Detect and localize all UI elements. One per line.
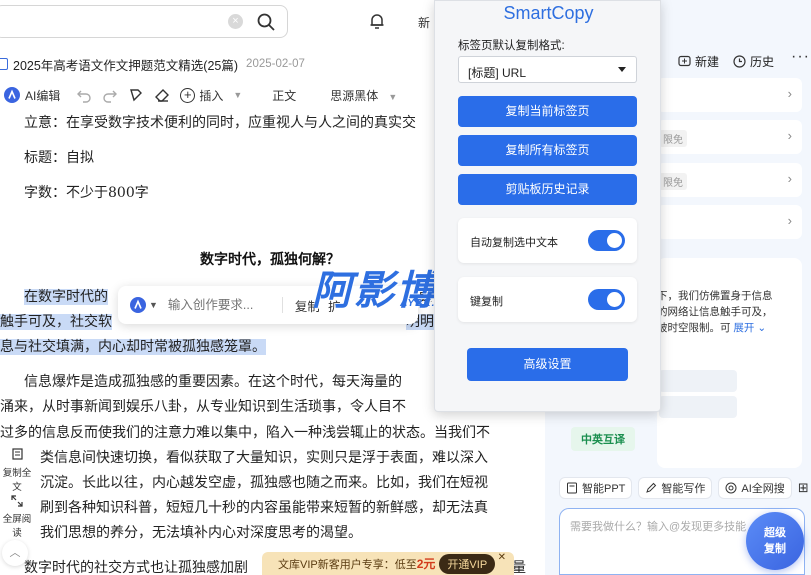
para1-line1: 在数字时代的	[24, 286, 108, 306]
copy-button[interactable]: 复制	[295, 296, 320, 315]
tool-label: AI全网搜	[741, 483, 785, 495]
super-copy-button[interactable]: 超级复制	[746, 512, 804, 570]
open-vip-button[interactable]: 开通VIP	[439, 553, 496, 574]
suggestion-chip[interactable]	[659, 396, 737, 418]
assistant-tools: 智能PPT 智能写作 AI全网搜 ⊞	[559, 476, 809, 500]
vip-banner[interactable]: 文库VIP新客用户专享：低至2元 开通VIP ✕	[262, 552, 514, 575]
ppt-icon	[567, 482, 577, 494]
para2-line7: 我们思想的养分，无法填补内心对深度思考的渴望。	[40, 525, 362, 541]
essay-title: 数字时代，孤独何解？	[200, 251, 340, 267]
fullscreen-button[interactable]: 全屏阅读	[0, 494, 34, 539]
vip-price: 2元	[416, 557, 436, 571]
auto-copy-label: 自动复制选中文本	[470, 237, 558, 249]
para1-line2: 触手可及，社交软	[0, 311, 112, 331]
advanced-settings-button[interactable]: 高级设置	[467, 348, 628, 381]
chevron-down-icon: ⌄	[754, 322, 767, 334]
translate-chip[interactable]: 中英互译	[571, 427, 635, 451]
copy-format-select[interactable]: [标题] URL	[458, 56, 637, 83]
chevron-up-icon: ︿	[9, 547, 21, 559]
para3-line1: 数字时代的社交方式也让孤独感加剧	[24, 560, 248, 575]
new-chat-button[interactable]: 新建	[678, 53, 719, 70]
chevron-right-icon: ›	[787, 128, 792, 143]
chevron-down-icon[interactable]: ▼	[149, 300, 158, 310]
para2-line4: 类信息间快速切换，看似获取了大量知识，实则只是浮于表面，难以深入	[40, 450, 488, 466]
suggestion-chip[interactable]	[659, 370, 737, 392]
line-intent: 立意：在享受数字技术便利的同时，应重视人与人之间的真实交	[24, 115, 416, 131]
vip-text: 文库VIP新客用户专享：低至2元	[278, 555, 435, 572]
para1-line3: 息与社交填满，内心却时常被孤独感笼罩。	[0, 336, 266, 356]
para2-line1: 信息爆炸是造成孤独感的重要因素。在这个时代，每天海量的	[24, 374, 402, 390]
clipboard-history-button[interactable]: 剪贴板历史记录	[458, 174, 637, 205]
close-icon[interactable]: ✕	[498, 552, 506, 563]
copy-all-button[interactable]: 复制全文	[0, 448, 34, 493]
ai-web-search-button[interactable]: AI全网搜	[718, 477, 792, 499]
para3-line1-tail: 量	[512, 560, 526, 575]
auto-copy-toggle[interactable]	[588, 230, 625, 251]
more-icon[interactable]: ···	[791, 48, 810, 66]
pen-icon	[646, 482, 657, 493]
copy-icon	[12, 448, 23, 460]
new-chat-label: 新建	[695, 55, 720, 69]
copy-current-tab-button[interactable]: 复制当前标签页	[458, 96, 637, 127]
copy-all-tabs-button[interactable]: 复制所有标签页	[458, 135, 637, 166]
para2-line3: 过多的信息反而使我们的注意力难以集中，陷入一种浅尝辄止的状态。当我们不	[0, 425, 490, 441]
para2-line6: 刷到各种知识科普，短短几十秒的内容虽能带来短暂的新鲜感，却无法真	[40, 500, 488, 516]
limited-free-badge: 限免	[659, 130, 687, 147]
assistant-input-placeholder: 需要我做什么？输入@发现更多技能	[570, 521, 747, 533]
ai-search-icon	[725, 482, 737, 494]
reply-line: 破时空限制。可 展开 ⌄	[657, 320, 766, 335]
copy-format-value: [标题] URL	[468, 66, 527, 80]
line-word-count: 字数：不少于800字	[24, 185, 149, 201]
fullscreen-label: 全屏阅读	[2, 514, 32, 539]
history-button[interactable]: 历史	[733, 53, 774, 70]
fullscreen-icon	[11, 495, 23, 507]
super-copy-label: 超级复制	[764, 527, 786, 555]
skill-card[interactable]: ›	[657, 205, 802, 239]
ai-prompt-input[interactable]	[167, 298, 278, 312]
new-chat-icon	[678, 55, 691, 67]
para2-line2: 涌来，从时事新闻到娱乐八卦，从专业知识到生活琐事，令人目不	[0, 399, 406, 415]
line-title-requirement: 标题：自拟	[24, 150, 94, 166]
chevron-right-icon: ›	[787, 213, 792, 228]
chevron-right-icon: ›	[787, 171, 792, 186]
limited-free-badge: 限免	[659, 173, 687, 190]
caret-down-icon	[618, 67, 626, 72]
expand-link[interactable]: 展开	[733, 322, 754, 334]
ai-logo-icon	[130, 297, 146, 313]
assistant-reply: 下，我们仿佛置身于信息 的网络让信息触手可及， 破时空限制。可 展开 ⌄	[657, 258, 802, 468]
para2-line5: 沉淀。长此以往，内心越发空虚，孤独感也随之而来。比如，我们在短视	[40, 475, 488, 491]
divider	[281, 297, 283, 313]
skill-card[interactable]: 限免 ›	[657, 120, 802, 154]
reply-line: 的网络让信息触手可及，	[657, 306, 773, 318]
reply-line-text: 破时空限制。可	[657, 322, 731, 334]
tool-label: 智能PPT	[582, 483, 626, 495]
expand-button[interactable]: 扩	[328, 296, 341, 315]
back-to-top-button[interactable]: ︿	[2, 540, 28, 566]
history-label: 历史	[750, 55, 775, 69]
format-label: 标签页默认复制格式:	[458, 40, 565, 52]
smartcopy-popup: SmartCopy 标签页默认复制格式: [标题] URL 复制当前标签页 复制…	[434, 0, 661, 412]
smartcopy-title: SmartCopy	[503, 3, 594, 23]
skill-card[interactable]: ›	[657, 78, 802, 112]
skill-card[interactable]: 限免 ›	[657, 163, 802, 197]
chevron-right-icon: ›	[787, 86, 792, 101]
key-copy-toggle[interactable]	[588, 289, 625, 310]
auto-copy-setting: 自动复制选中文本	[458, 218, 637, 263]
clock-icon	[733, 55, 746, 68]
ai-write-bar: ▼ 复制 扩	[118, 286, 418, 324]
smart-ppt-button[interactable]: 智能PPT	[559, 477, 633, 499]
smart-write-button[interactable]: 智能写作	[638, 477, 713, 499]
key-copy-setting: 键复制	[458, 277, 637, 322]
para1-line1-tail: 更	[418, 289, 432, 305]
selected-text[interactable]: 在数字时代的	[24, 289, 108, 305]
selected-text[interactable]: 触手可及，社交软	[0, 314, 112, 330]
tool-label: 智能写作	[661, 483, 706, 495]
vip-offer-text: 文库VIP新客用户专享：低至	[278, 559, 417, 571]
selected-text[interactable]: 息与社交填满，内心却时常被孤独感笼罩。	[0, 339, 266, 355]
reply-line: 下，我们仿佛置身于信息	[657, 290, 773, 302]
copy-all-label: 复制全文	[2, 468, 32, 493]
key-copy-label: 键复制	[470, 296, 503, 308]
grid-icon[interactable]: ⊞	[798, 480, 809, 496]
